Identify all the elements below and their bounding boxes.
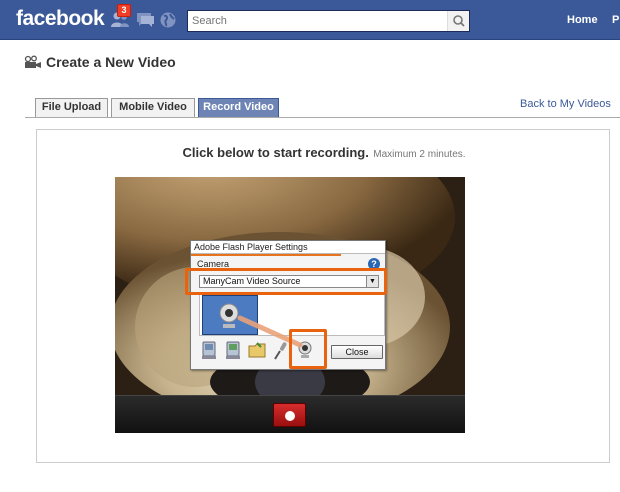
nav-profile[interactable]: P [612, 14, 619, 26]
flash-dialog-title: Adobe Flash Player Settings [191, 241, 385, 254]
title-underline [191, 254, 341, 256]
tabs-divider [25, 117, 620, 118]
top-bar: facebook 3 Home P [0, 0, 620, 40]
record-icon [285, 411, 295, 421]
back-to-my-videos-link[interactable]: Back to My Videos [520, 98, 611, 110]
globe-icon[interactable] [158, 10, 178, 30]
privacy-icon[interactable] [199, 339, 219, 361]
folder-icon[interactable] [247, 339, 267, 361]
search-box [187, 10, 470, 32]
tab-file-upload[interactable]: File Upload [35, 98, 108, 117]
facebook-logo[interactable]: facebook [16, 7, 105, 31]
microphone-icon[interactable] [271, 339, 291, 361]
page-title: Create a New Video [46, 54, 176, 70]
video-camera-icon [24, 55, 41, 68]
search-icon [453, 15, 465, 27]
flash-settings-dialog: Adobe Flash Player Settings Camera ? Man… [190, 240, 386, 370]
record-instruction: Click below to start recording. Maximum … [37, 144, 611, 162]
notification-badge: 3 [117, 4, 131, 17]
search-button[interactable] [447, 11, 469, 31]
nav-home[interactable]: Home [567, 14, 598, 26]
webcam-thumbnail-icon [219, 303, 239, 328]
close-button[interactable]: Close [331, 345, 383, 359]
search-input[interactable] [188, 11, 446, 31]
camera-select-highlight [185, 268, 387, 295]
tab-record-video[interactable]: Record Video [198, 98, 279, 117]
messages-icon[interactable] [135, 10, 155, 30]
storage-icon[interactable] [223, 339, 243, 361]
duration-limit: Maximum 2 minutes. [373, 149, 466, 160]
record-button[interactable] [273, 403, 306, 427]
webcam-icon-highlight [289, 329, 327, 369]
camera-thumbnail [202, 295, 258, 335]
tab-mobile-video[interactable]: Mobile Video [111, 98, 195, 117]
recorder-controls [115, 395, 465, 433]
instruction-text: Click below to start recording. [182, 145, 369, 160]
